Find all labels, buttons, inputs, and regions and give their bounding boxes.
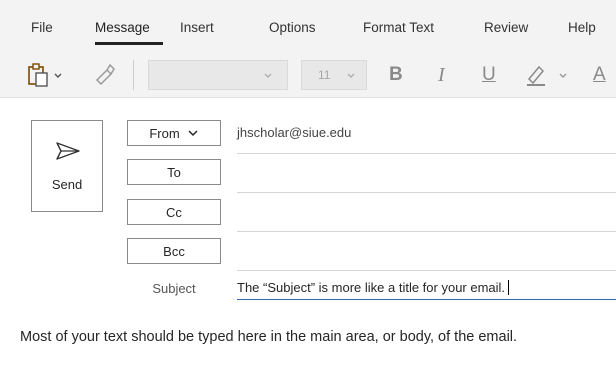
font-size-select[interactable]: 11 [301, 60, 367, 90]
to-button[interactable]: To [127, 159, 221, 185]
bcc-label: Bcc [163, 243, 185, 259]
bcc-input[interactable] [237, 238, 616, 270]
menu-bar: File Message Insert Options Format Text … [0, 0, 616, 48]
font-color-button[interactable]: A [593, 62, 606, 88]
cc-label: Cc [166, 204, 182, 220]
send-icon [56, 142, 80, 160]
send-label: Send [51, 177, 83, 192]
chevron-down-icon [188, 130, 198, 137]
message-body[interactable]: Most of your text should be typed here i… [20, 329, 517, 345]
tab-file[interactable]: File [31, 20, 53, 35]
font-size-value: 11 [318, 68, 331, 82]
paste-icon [28, 63, 48, 87]
to-label: To [167, 164, 181, 180]
format-painter-button[interactable] [93, 62, 123, 88]
chevron-down-icon [54, 73, 62, 78]
tab-options[interactable]: Options [269, 20, 316, 35]
bold-button[interactable]: B [389, 62, 403, 88]
cc-divider [237, 231, 616, 232]
chevron-down-icon [559, 73, 567, 78]
bcc-button[interactable]: Bcc [127, 238, 221, 264]
from-label: From [149, 125, 180, 141]
subject-label: Subject [152, 281, 196, 296]
paste-button[interactable] [26, 62, 66, 88]
font-name-select[interactable] [148, 60, 288, 90]
active-tab-indicator [95, 42, 163, 45]
text-cursor [508, 280, 510, 295]
italic-button[interactable]: I [438, 62, 445, 88]
tab-format-text[interactable]: Format Text [363, 20, 434, 35]
tab-review[interactable]: Review [484, 20, 528, 35]
cc-input[interactable] [237, 199, 616, 231]
format-painter-icon [95, 63, 115, 86]
underline-button[interactable]: U [482, 62, 496, 88]
chevron-down-icon [264, 73, 272, 78]
cc-button[interactable]: Cc [127, 199, 221, 225]
to-divider [237, 192, 616, 193]
subject-input[interactable]: The “Subject” is more like a title for y… [237, 280, 510, 295]
to-input[interactable] [237, 159, 616, 192]
from-button[interactable]: From [127, 120, 221, 146]
bcc-divider [237, 270, 616, 271]
subject-text: The “Subject” is more like a title for y… [237, 280, 506, 295]
subject-underline [237, 299, 616, 300]
ribbon-separator [133, 60, 134, 90]
highlight-button[interactable] [524, 62, 572, 88]
highlighter-icon [527, 65, 545, 86]
from-address: jhscholar@siue.edu [237, 125, 352, 140]
tab-message[interactable]: Message [95, 20, 150, 35]
from-divider [237, 153, 616, 154]
tab-insert[interactable]: Insert [180, 20, 214, 35]
send-button[interactable]: Send [31, 120, 103, 212]
tab-help[interactable]: Help [568, 20, 596, 35]
chevron-down-icon [347, 73, 355, 78]
